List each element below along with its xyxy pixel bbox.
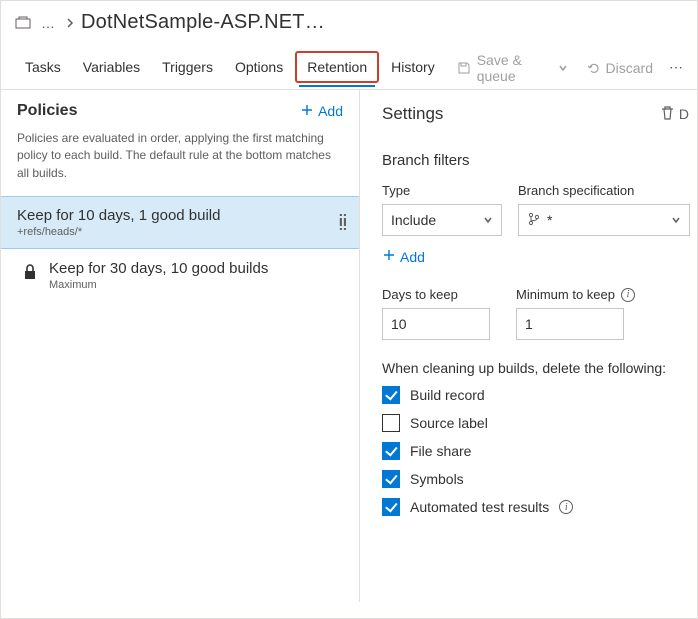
chevron-down-icon [558,63,568,73]
tab-tasks[interactable]: Tasks [15,49,71,87]
checkbox-label: Source label [410,415,488,431]
plus-icon [300,103,314,120]
info-icon[interactable]: i [621,288,635,302]
checkbox-label: Automated test results [410,499,549,515]
policy-title: Keep for 10 days, 1 good build [17,207,343,224]
type-value: Include [391,212,436,228]
days-input[interactable]: 10 [382,308,490,340]
branch-spec-label: Branch specification [518,183,690,198]
trash-icon [660,105,675,124]
tab-variables[interactable]: Variables [73,49,150,87]
policy-title: Keep for 30 days, 10 good builds [49,260,268,277]
checkbox-row[interactable]: Source label [382,414,697,432]
save-queue-label: Save & queue [477,52,552,84]
tab-triggers[interactable]: Triggers [152,49,223,87]
delete-button[interactable]: D [660,105,689,124]
save-queue-button: Save & queue [449,46,576,90]
discard-label: Discard [606,60,653,76]
type-label: Type [382,183,502,198]
policy-subtitle: Maximum [49,279,268,291]
checkbox-label: Symbols [410,471,464,487]
branch-filters-heading: Branch filters [382,152,697,169]
days-label: Days to keep [382,287,490,302]
checkbox-row[interactable]: File share [382,442,697,460]
policies-panel: Policies Add Policies are evaluated in o… [1,90,360,602]
branch-icon [527,212,541,229]
branch-spec-select[interactable]: * [518,204,690,236]
type-select[interactable]: Include [382,204,502,236]
chevron-down-icon [671,212,681,228]
checkbox-icon [382,414,400,432]
checkbox-icon [382,498,400,516]
policies-heading: Policies [17,102,77,120]
save-icon [457,61,471,75]
min-value: 1 [525,316,533,332]
chevron-right-icon [65,15,75,31]
drag-handle-icon[interactable]: ⠿⠿ [338,217,347,229]
plus-icon [382,248,396,265]
policy-item-default[interactable]: Keep for 30 days, 10 good builds Maximum [1,249,359,302]
project-icon [15,15,31,31]
chevron-down-icon [483,212,493,228]
checkbox-row[interactable]: Automated test results i [382,498,697,516]
page-title[interactable]: DotNetSample-ASP.NET… [81,11,325,34]
policies-description: Policies are evaluated in order, applyin… [1,124,359,196]
checkbox-label: File share [410,443,471,459]
checkbox-row[interactable]: Symbols [382,470,697,488]
tab-bar: Tasks Variables Triggers Options Retenti… [1,46,697,90]
breadcrumb-ellipsis[interactable]: … [37,15,59,31]
tab-retention[interactable]: Retention [295,51,379,83]
checkbox-icon [382,386,400,404]
undo-icon [586,61,600,75]
add-branch-filter-button[interactable]: Add [382,248,697,265]
more-actions-icon[interactable]: ⋯ [663,53,683,82]
checkbox-row[interactable]: Build record [382,386,697,404]
min-label: Minimum to keep i [516,287,635,302]
add-branch-filter-label: Add [400,249,425,265]
discard-button: Discard [578,54,661,82]
info-icon[interactable]: i [559,500,573,514]
lock-icon [23,264,37,283]
checkbox-icon [382,442,400,460]
checkbox-icon [382,470,400,488]
tab-options[interactable]: Options [225,49,293,87]
min-input[interactable]: 1 [516,308,624,340]
add-policy-label: Add [318,103,343,119]
checkbox-label: Build record [410,387,485,403]
delete-label-cut: D [679,106,689,122]
add-policy-button[interactable]: Add [300,103,343,120]
tab-history[interactable]: History [381,49,445,87]
days-value: 10 [391,316,407,332]
policy-subtitle: +refs/heads/* [17,226,343,238]
branch-spec-value: * [547,212,552,228]
policy-item-selected[interactable]: Keep for 10 days, 1 good build +refs/hea… [1,196,359,249]
settings-panel: Settings D Branch filters Type Include B… [360,90,697,602]
settings-heading: Settings [382,104,443,124]
cleanup-text: When cleaning up builds, delete the foll… [382,360,697,376]
